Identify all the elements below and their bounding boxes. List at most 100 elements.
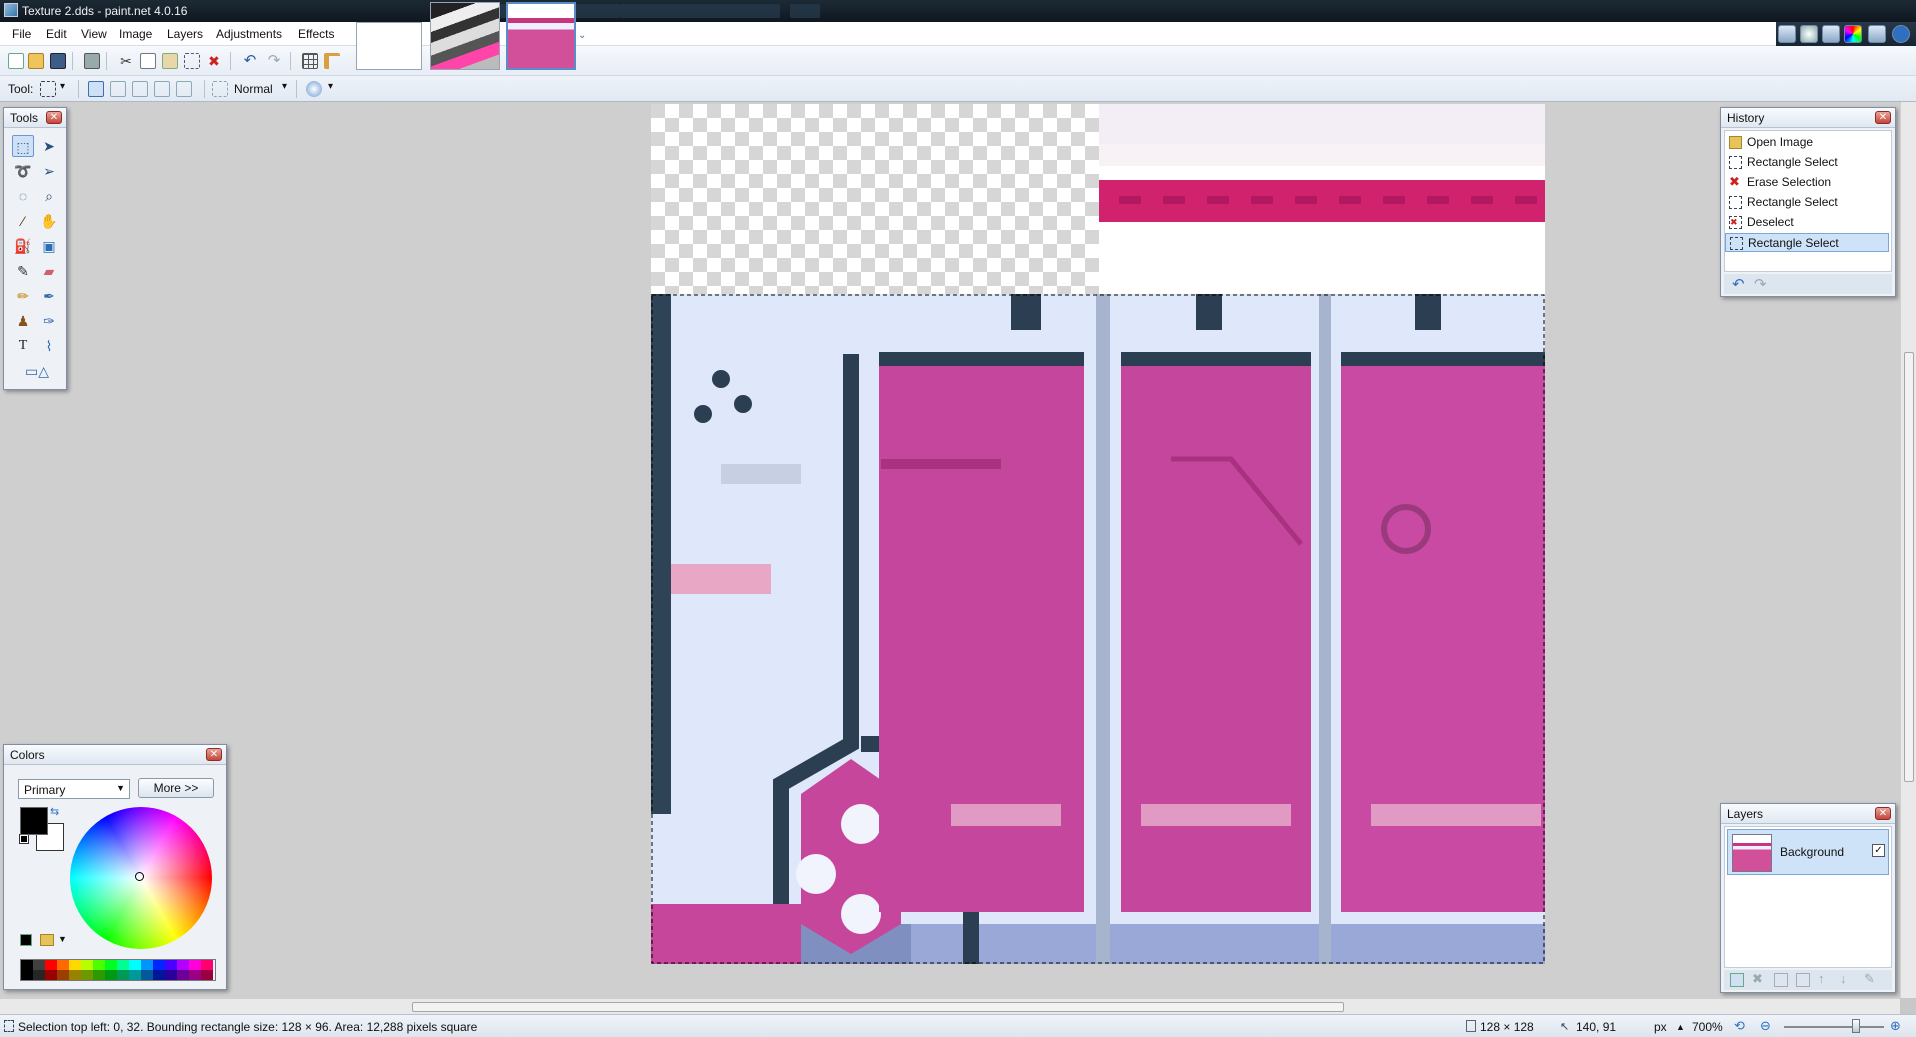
menu-adjustments[interactable]: Adjustments: [216, 27, 282, 41]
undo-icon[interactable]: ↶: [1732, 275, 1745, 293]
antialiasing-icon[interactable]: [306, 81, 322, 97]
palette-swatch-dark[interactable]: [21, 970, 33, 980]
selection-mode-exclude-icon[interactable]: [132, 81, 148, 97]
chevron-down-icon[interactable]: ▾: [328, 81, 333, 92]
menu-layers[interactable]: Layers: [167, 27, 203, 41]
close-icon[interactable]: ✕: [1875, 807, 1891, 820]
new-image-icon[interactable]: [8, 53, 24, 69]
palette-swatch[interactable]: [69, 960, 81, 970]
add-layer-icon[interactable]: [1730, 973, 1744, 987]
history-item[interactable]: Open Image: [1725, 133, 1889, 152]
swap-colors-icon[interactable]: ⇆: [50, 805, 59, 818]
help-icon[interactable]: [1892, 25, 1910, 43]
palette-swatch-dark[interactable]: [45, 970, 57, 980]
redo-icon[interactable]: ↷: [1754, 275, 1767, 293]
zoom-to-window-icon[interactable]: ⟲: [1734, 1018, 1745, 1034]
palette-swatch[interactable]: [189, 960, 201, 970]
gradient-icon[interactable]: ▣: [38, 235, 60, 257]
palette-swatch-dark[interactable]: [129, 970, 141, 980]
palette-swatch[interactable]: [165, 960, 177, 970]
move-selected-icon[interactable]: ➢: [38, 160, 60, 182]
palette-swatch[interactable]: [153, 960, 165, 970]
close-icon[interactable]: ✕: [206, 748, 222, 761]
close-icon[interactable]: ✕: [1875, 111, 1891, 124]
palette-swatch[interactable]: [21, 960, 33, 970]
image-tab-blank[interactable]: [356, 22, 422, 70]
layer-row[interactable]: Background ✓: [1727, 829, 1889, 875]
layer-visibility-checkbox[interactable]: ✓: [1872, 844, 1885, 857]
history-item[interactable]: Rectangle Select: [1725, 153, 1889, 172]
copy-icon[interactable]: [140, 53, 156, 69]
palette-swatch[interactable]: [177, 960, 189, 970]
move-layer-down-icon[interactable]: ↓: [1840, 971, 1847, 986]
palette-swatch-dark[interactable]: [57, 970, 69, 980]
text-icon[interactable]: T: [12, 335, 34, 357]
palette-swatch[interactable]: [141, 960, 153, 970]
move-selection-icon[interactable]: ➤: [38, 135, 60, 157]
close-icon[interactable]: ✕: [46, 111, 62, 124]
tools-toggle-icon[interactable]: [1778, 25, 1796, 43]
zoom-out-icon[interactable]: ⊖: [1760, 1018, 1771, 1034]
ellipse-select-icon[interactable]: ◌: [12, 185, 34, 207]
color-mode-select[interactable]: Primary ▼: [18, 779, 130, 799]
palette-swatch-dark[interactable]: [189, 970, 201, 980]
palette-menu-icon[interactable]: [40, 934, 54, 946]
layer-properties-icon[interactable]: ✎: [1864, 971, 1875, 987]
vertical-scroll-thumb[interactable]: [1904, 352, 1914, 782]
chevron-down-icon[interactable]: ▼: [58, 934, 67, 944]
image-tab-texture-2-active[interactable]: [506, 2, 576, 70]
layers-toggle-icon[interactable]: [1822, 25, 1840, 43]
more-colors-button[interactable]: More >>: [138, 778, 214, 798]
image-tab-texture-1[interactable]: [430, 2, 500, 70]
paste-icon[interactable]: [162, 53, 178, 69]
color-wheel-cursor[interactable]: [135, 872, 144, 881]
zoom-slider-thumb[interactable]: [1852, 1019, 1860, 1033]
units-select[interactable]: px: [1654, 1020, 1667, 1034]
print-icon[interactable]: [84, 53, 100, 69]
paint-bucket-icon[interactable]: ⛽: [12, 235, 34, 257]
menu-effects[interactable]: Effects: [298, 27, 334, 41]
zoom-icon[interactable]: ⌕: [38, 185, 60, 207]
palette-swatch-dark[interactable]: [105, 970, 117, 980]
history-item[interactable]: Rectangle Select: [1725, 193, 1889, 212]
save-icon[interactable]: [50, 53, 66, 69]
magic-wand-icon[interactable]: ⁄: [12, 210, 34, 232]
palette-swatch-dark[interactable]: [117, 970, 129, 980]
palette-swatch[interactable]: [201, 960, 213, 970]
palette-swatch[interactable]: [33, 960, 45, 970]
menu-edit[interactable]: Edit: [46, 27, 67, 41]
palette-swatch-dark[interactable]: [33, 970, 45, 980]
menu-file[interactable]: File: [12, 27, 31, 41]
redo-icon[interactable]: ↷: [266, 53, 282, 69]
palette-swatch[interactable]: [45, 960, 57, 970]
current-tool-icon[interactable]: [40, 81, 56, 97]
ruler-icon[interactable]: [324, 53, 340, 69]
undo-icon[interactable]: ↶: [242, 53, 258, 69]
open-icon[interactable]: [28, 53, 44, 69]
chevron-down-icon[interactable]: ▾: [60, 81, 65, 92]
chevron-down-icon[interactable]: ▾: [282, 81, 287, 92]
palette-swatch-dark[interactable]: [141, 970, 153, 980]
clone-stamp-icon[interactable]: ♟: [12, 310, 34, 332]
palette-swatch-dark[interactable]: [81, 970, 93, 980]
pencil-icon[interactable]: ✏: [12, 285, 34, 307]
selection-mode-intersect-icon[interactable]: [154, 81, 170, 97]
image-canvas[interactable]: [651, 104, 1545, 964]
history-item-selected[interactable]: Rectangle Select: [1725, 233, 1889, 252]
menu-image[interactable]: Image: [119, 27, 152, 41]
line-curve-icon[interactable]: ⌇: [38, 335, 60, 357]
pan-icon[interactable]: ✋: [38, 210, 60, 232]
lasso-select-icon[interactable]: ➰: [12, 160, 34, 182]
zoom-slider-track[interactable]: [1784, 1026, 1884, 1028]
colors-toggle-icon[interactable]: [1844, 25, 1862, 43]
paintbrush-icon[interactable]: ✎: [12, 260, 34, 282]
delete-layer-icon[interactable]: ✖: [1752, 971, 1763, 987]
cut-icon[interactable]: ✂: [118, 53, 134, 69]
history-item[interactable]: ✖ Erase Selection: [1725, 173, 1889, 192]
merge-layer-down-icon[interactable]: [1796, 973, 1810, 987]
palette-swatch-dark[interactable]: [93, 970, 105, 980]
palette-swatch[interactable]: [93, 960, 105, 970]
palette-swatch[interactable]: [129, 960, 141, 970]
horizontal-scroll-thumb[interactable]: [412, 1002, 1344, 1012]
shapes-icon[interactable]: ▭△: [20, 360, 54, 382]
